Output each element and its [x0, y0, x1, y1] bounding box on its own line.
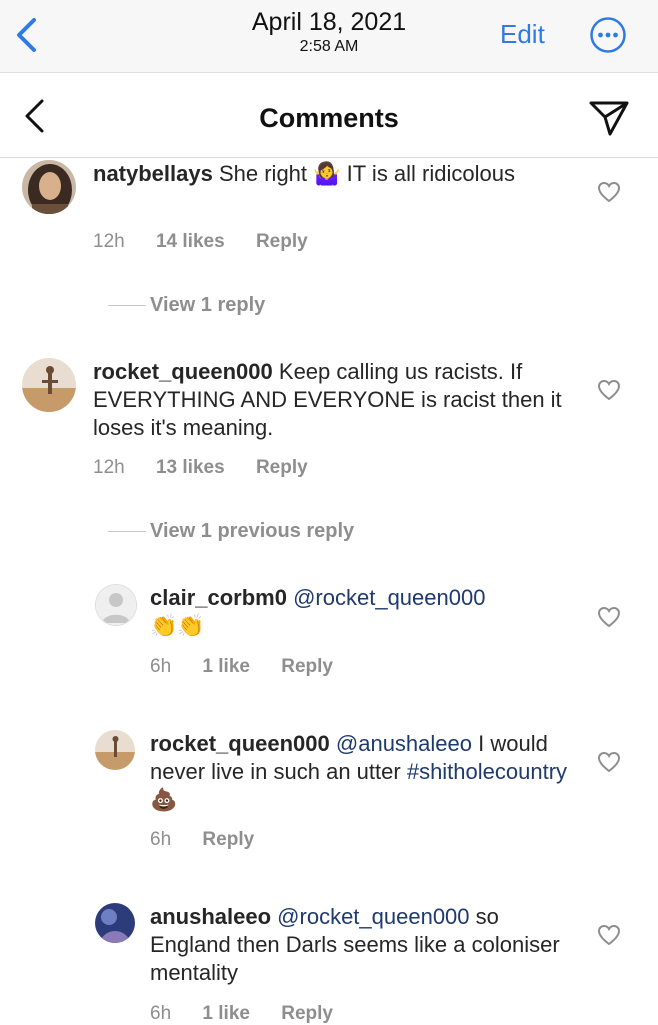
photo-time: 2:58 AM	[299, 38, 359, 55]
edit-button[interactable]: Edit	[500, 19, 545, 50]
avatar[interactable]	[95, 584, 137, 626]
likes-count[interactable]: 1 like	[202, 1003, 250, 1024]
reply-time: 6h	[150, 829, 172, 850]
like-heart-icon[interactable]	[597, 181, 621, 203]
photos-top-bar: April 18, 2021 2:58 AM Edit	[0, 0, 658, 73]
like-heart-icon[interactable]	[597, 379, 621, 401]
comment-text: natybellays She right 🤷‍♀️ IT is all rid…	[93, 161, 515, 186]
reply-username[interactable]: rocket_queen000	[150, 731, 330, 756]
view-replies-button[interactable]: View 1 reply	[150, 294, 265, 317]
reply-button[interactable]: Reply	[281, 1003, 333, 1024]
likes-count[interactable]: 14 likes	[156, 231, 225, 252]
divider	[108, 305, 146, 306]
comment-meta: 12h 13 likes Reply	[93, 457, 334, 479]
mention-link[interactable]: @rocket_queen000	[277, 904, 469, 929]
reply-meta: 6h 1 like Reply	[150, 656, 359, 678]
reply-text: clair_corbm0 @rocket_queen000 👏👏	[150, 584, 570, 640]
like-heart-icon[interactable]	[597, 606, 621, 628]
reply-button[interactable]: Reply	[202, 829, 254, 850]
avatar[interactable]	[22, 160, 76, 214]
likes-count[interactable]: 13 likes	[156, 457, 225, 478]
likes-count[interactable]: 1 like	[202, 656, 250, 677]
reply-button[interactable]: Reply	[281, 656, 333, 677]
comment-meta: 12h 14 likes Reply	[93, 231, 334, 253]
like-heart-icon[interactable]	[597, 924, 621, 946]
reply-button[interactable]: Reply	[256, 231, 308, 252]
comment-username[interactable]: rocket_queen000	[93, 359, 273, 384]
reply-username[interactable]: clair_corbm0	[150, 585, 287, 610]
reply-username[interactable]: anushaleeo	[150, 904, 271, 929]
page-title: Comments	[259, 103, 399, 133]
avatar[interactable]	[95, 730, 135, 770]
reply-button[interactable]: Reply	[256, 457, 308, 478]
emoji: 💩	[150, 787, 178, 812]
reply-time: 6h	[150, 1003, 172, 1024]
more-options-icon[interactable]	[589, 16, 627, 54]
comment-text: rocket_queen000 Keep calling us racists.…	[93, 359, 562, 440]
comment-time: 12h	[93, 231, 125, 252]
reply-meta: 6h 1 like Reply	[150, 1003, 359, 1025]
emoji: 🤷‍♀️	[313, 161, 341, 186]
avatar[interactable]	[22, 358, 76, 412]
send-direct-icon[interactable]	[588, 99, 630, 137]
reply-text: rocket_queen000 @anushaleeo I would neve…	[150, 731, 568, 812]
divider	[108, 531, 146, 532]
reply-meta: 6h Reply	[150, 829, 280, 851]
avatar[interactable]	[95, 903, 135, 943]
like-heart-icon[interactable]	[597, 751, 621, 773]
reply-text: anushaleeo @rocket_queen000 so England t…	[150, 904, 560, 985]
comment-time: 12h	[93, 457, 125, 478]
view-replies-button[interactable]: View 1 previous reply	[150, 520, 354, 543]
mention-link[interactable]: @anushaleeo	[336, 731, 472, 756]
hashtag-link[interactable]: #shitholecountry	[407, 759, 567, 784]
comment-username[interactable]: natybellays	[93, 161, 213, 186]
reply-time: 6h	[150, 656, 172, 677]
comments-header: Comments	[0, 73, 658, 158]
photo-date: April 18, 2021	[251, 8, 407, 36]
emoji: 👏👏	[150, 613, 205, 638]
mention-link[interactable]: @rocket_queen000	[293, 585, 485, 610]
